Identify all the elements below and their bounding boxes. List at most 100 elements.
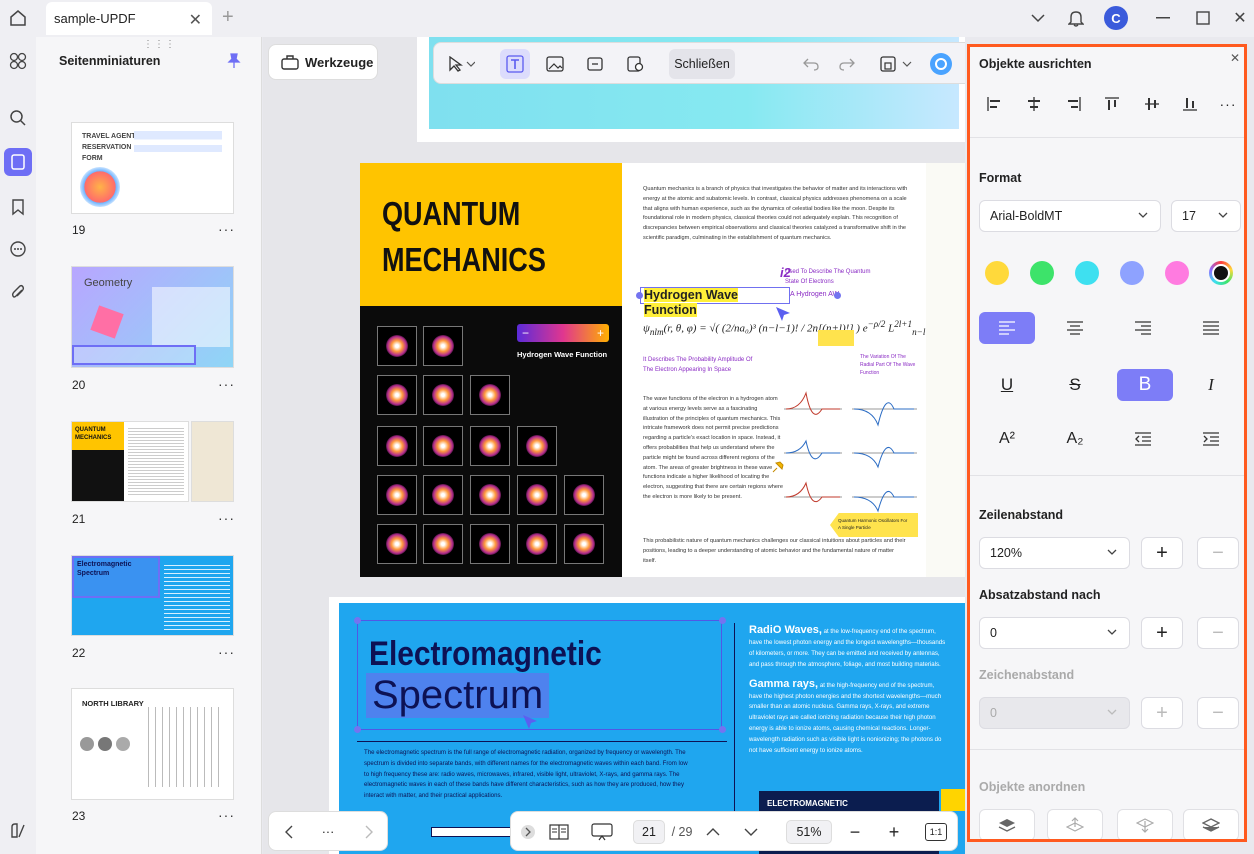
layers-icon[interactable] xyxy=(4,817,32,845)
maximize-icon[interactable] xyxy=(1191,6,1215,30)
ai-assistant-icon[interactable] xyxy=(926,49,956,79)
document-workspace[interactable]: Werkzeuge Schließen QUANTUM MECHANICS − … xyxy=(263,37,965,854)
more-align-button[interactable]: ··· xyxy=(1217,93,1239,115)
bold-button[interactable]: B xyxy=(1117,369,1173,401)
text-align-center-button[interactable] xyxy=(1047,312,1103,344)
pin-icon[interactable] xyxy=(227,53,241,72)
line-spacing-select[interactable]: 120% xyxy=(979,537,1130,569)
bring-to-front-icon[interactable] xyxy=(979,809,1035,839)
color-swatch-green[interactable] xyxy=(1030,261,1054,285)
pin-note-icon[interactable] xyxy=(770,459,786,475)
decrease-indent-icon[interactable] xyxy=(1115,423,1171,455)
drag-handle[interactable]: ⋮⋮⋮ xyxy=(143,39,176,50)
align-right-icon[interactable] xyxy=(1063,93,1085,115)
attachment-icon[interactable] xyxy=(4,279,32,307)
link-tool-button[interactable] xyxy=(580,49,610,79)
font-size-select[interactable]: 17 xyxy=(1171,200,1241,232)
comment-icon[interactable] xyxy=(4,235,32,263)
em-paragraph[interactable]: The electromagnetic spectrum is the full… xyxy=(364,748,694,802)
align-bottom-icon[interactable] xyxy=(1179,93,1201,115)
color-swatch-yellow[interactable] xyxy=(985,261,1009,285)
text-justify-button[interactable] xyxy=(1183,312,1239,344)
close-window-icon[interactable]: ✕ xyxy=(1228,6,1252,30)
resize-handle[interactable] xyxy=(834,292,841,299)
italic-button[interactable]: I xyxy=(1183,369,1239,401)
text-align-left-button[interactable] xyxy=(979,312,1035,344)
avatar[interactable]: C xyxy=(1104,6,1128,30)
scroll-down-icon[interactable] xyxy=(739,820,763,844)
resize-handle[interactable] xyxy=(719,617,726,624)
font-family-select[interactable]: Arial-BoldMT xyxy=(979,200,1161,232)
thumbnail-page-22[interactable]: Electromagnetic Spectrum xyxy=(71,555,234,636)
collapse-icon[interactable] xyxy=(519,820,537,844)
thumbnail-more-button[interactable]: ··· xyxy=(218,376,235,392)
strikethrough-button[interactable]: S xyxy=(1047,369,1103,401)
home-icon[interactable] xyxy=(6,6,30,30)
chevron-down-icon[interactable] xyxy=(1026,6,1050,30)
pages-icon[interactable] xyxy=(4,148,32,176)
redo-icon[interactable] xyxy=(832,49,862,79)
thumbnail-more-button[interactable]: ··· xyxy=(218,644,235,660)
color-swatch-blue[interactable] xyxy=(1120,261,1144,285)
new-tab-icon[interactable]: + xyxy=(222,6,234,29)
thumbnail-more-button[interactable]: ··· xyxy=(218,807,235,823)
align-top-icon[interactable] xyxy=(1101,93,1123,115)
more-button[interactable]: ··· xyxy=(317,820,339,844)
bell-icon[interactable] xyxy=(1064,6,1088,30)
zoom-level[interactable]: 51% xyxy=(786,820,832,844)
thumbnail-more-button[interactable]: ··· xyxy=(218,510,235,526)
grid-icon[interactable] xyxy=(4,47,32,75)
bookmark-icon[interactable] xyxy=(4,193,32,221)
thumbnail-more-button[interactable]: ··· xyxy=(218,221,235,237)
watermark-tool-button[interactable] xyxy=(620,49,650,79)
zoom-in-icon[interactable]: + xyxy=(883,820,905,844)
close-panel-icon[interactable]: ✕ xyxy=(1230,51,1240,65)
thumbnail-page-23[interactable]: NORTH LIBRARY xyxy=(71,688,234,800)
increase-indent-icon[interactable] xyxy=(1183,423,1239,455)
paragraph-spacing-increase-button[interactable]: + xyxy=(1141,617,1183,649)
line-spacing-increase-button[interactable]: + xyxy=(1141,537,1183,569)
thumbnail-page-20[interactable]: Geometry xyxy=(71,266,234,368)
paragraph-spacing-select[interactable]: 0 xyxy=(979,617,1130,649)
text-tool-button[interactable] xyxy=(500,49,530,79)
send-backward-icon[interactable] xyxy=(1117,809,1173,839)
subscript-button[interactable]: A₂ xyxy=(1047,423,1103,455)
resize-handle[interactable] xyxy=(719,726,726,733)
align-left-icon[interactable] xyxy=(983,93,1005,115)
close-edit-button[interactable]: Schließen xyxy=(669,49,735,79)
page-number-input[interactable]: 21 xyxy=(633,820,665,844)
minimize-icon[interactable] xyxy=(1151,6,1175,30)
tools-button[interactable]: Werkzeuge xyxy=(268,44,378,80)
resize-handle[interactable] xyxy=(636,292,643,299)
thumbnail-page-19[interactable]: TRAVEL AGENT RESERVATION FORM xyxy=(71,122,234,214)
presentation-icon[interactable] xyxy=(589,820,615,844)
search-icon[interactable] xyxy=(4,104,32,132)
underline-button[interactable]: U xyxy=(979,369,1035,401)
em-title[interactable]: Electromagnetic xyxy=(369,635,602,674)
color-picker-icon[interactable] xyxy=(1209,261,1233,285)
qm-footer-text[interactable]: This probabilistic nature of quantum mec… xyxy=(643,537,908,566)
scroll-up-icon[interactable] xyxy=(701,820,725,844)
zoom-out-icon[interactable]: − xyxy=(844,820,866,844)
resize-handle[interactable] xyxy=(354,617,361,624)
resize-handle[interactable] xyxy=(354,726,361,733)
gamma-rays-text[interactable]: at the high-frequency end of the spectru… xyxy=(749,682,941,754)
image-tool-button[interactable] xyxy=(540,49,570,79)
character-spacing-increase-button[interactable]: + xyxy=(1141,697,1183,729)
qm-intro-text[interactable]: Quantum mechanics is a branch of physics… xyxy=(643,185,908,244)
superscript-button[interactable]: A² xyxy=(979,423,1035,455)
text-align-right-button[interactable] xyxy=(1115,312,1171,344)
actual-size-button[interactable]: 1:1 xyxy=(925,823,947,841)
next-page-icon[interactable] xyxy=(359,820,379,844)
paragraph-spacing-decrease-button[interactable]: − xyxy=(1197,617,1239,649)
color-swatch-pink[interactable] xyxy=(1165,261,1189,285)
align-middle-vertical-icon[interactable] xyxy=(1141,93,1163,115)
select-tool-button[interactable] xyxy=(440,49,482,79)
document-tab[interactable]: sample-UPDF ✕ xyxy=(46,2,212,35)
character-spacing-select[interactable]: 0 xyxy=(979,697,1130,729)
qm-body-text[interactable]: The wave functions of the electron in a … xyxy=(643,395,783,503)
align-center-horizontal-icon[interactable] xyxy=(1023,93,1045,115)
page-layout-icon[interactable] xyxy=(547,820,571,844)
em-subtitle[interactable]: Spectrum xyxy=(366,673,550,718)
selected-text-box[interactable]: Hydrogen Wave Function xyxy=(640,287,790,317)
